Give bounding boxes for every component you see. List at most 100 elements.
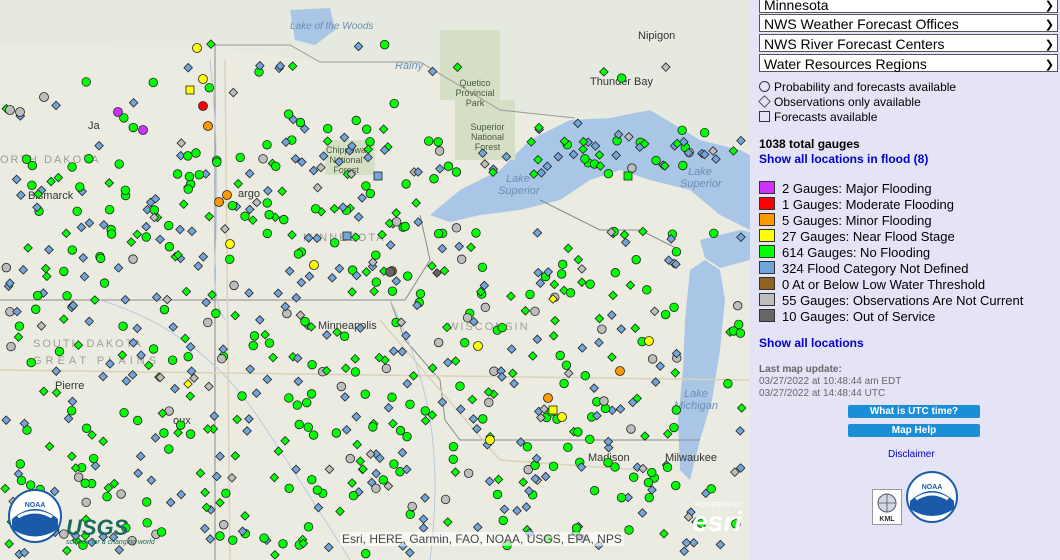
gauge-marker[interactable] bbox=[127, 370, 138, 380]
select-wfo[interactable]: NWS Weather Forecast Offices ❯ bbox=[759, 14, 1058, 32]
gauge-marker[interactable] bbox=[671, 405, 681, 415]
gauge-marker[interactable] bbox=[27, 160, 38, 171]
gauge-marker[interactable] bbox=[451, 167, 462, 177]
show-all-locations-link[interactable]: Show all locations bbox=[759, 336, 864, 350]
gauge-marker[interactable] bbox=[459, 338, 470, 348]
gauge-marker[interactable] bbox=[225, 254, 235, 264]
gauge-marker[interactable] bbox=[185, 429, 196, 439]
gauge-marker[interactable] bbox=[336, 381, 347, 392]
gauge-marker[interactable] bbox=[484, 476, 495, 487]
gauge-marker[interactable] bbox=[39, 92, 49, 102]
gauge-marker[interactable] bbox=[669, 302, 679, 312]
gauge-marker[interactable] bbox=[44, 244, 54, 255]
gauge-marker[interactable] bbox=[178, 199, 189, 209]
noaa-panel-logo[interactable]: NOAA bbox=[906, 471, 958, 528]
gauge-marker[interactable] bbox=[88, 453, 99, 464]
esri-logo[interactable]: POWERED BY esri bbox=[676, 502, 742, 540]
gauge-marker[interactable] bbox=[176, 489, 187, 500]
gauge-marker[interactable] bbox=[14, 321, 25, 331]
gauge-marker[interactable] bbox=[471, 228, 481, 238]
gauge-marker[interactable] bbox=[329, 203, 340, 214]
gauge-marker[interactable] bbox=[194, 170, 204, 180]
gauge-marker[interactable] bbox=[63, 413, 74, 424]
gauge-marker[interactable] bbox=[548, 461, 559, 472]
gauge-marker[interactable] bbox=[361, 267, 372, 277]
gauge-marker[interactable] bbox=[649, 306, 660, 317]
gauge-marker[interactable] bbox=[211, 308, 221, 319]
gauge-marker[interactable] bbox=[543, 393, 553, 403]
gauge-layer[interactable] bbox=[0, 0, 750, 560]
gauge-marker[interactable] bbox=[235, 152, 245, 163]
gauge-marker[interactable] bbox=[59, 314, 69, 324]
gauge-marker[interactable] bbox=[355, 456, 366, 466]
gauge-marker[interactable] bbox=[32, 290, 43, 301]
gauge-marker[interactable] bbox=[620, 237, 631, 248]
gauge-marker[interactable] bbox=[353, 41, 364, 52]
gauge-marker[interactable] bbox=[568, 149, 579, 160]
gauge-marker[interactable] bbox=[310, 204, 321, 214]
gauge-marker[interactable] bbox=[509, 378, 519, 389]
gauge-marker[interactable] bbox=[136, 350, 146, 361]
gauge-marker[interactable] bbox=[341, 425, 352, 435]
gauge-marker[interactable] bbox=[518, 477, 529, 488]
gauge-marker[interactable] bbox=[309, 260, 319, 270]
gauge-marker[interactable] bbox=[159, 428, 169, 438]
gauge-marker[interactable] bbox=[615, 366, 625, 376]
gauge-marker[interactable] bbox=[427, 363, 438, 373]
gauge-marker[interactable] bbox=[669, 422, 679, 433]
gauge-marker[interactable] bbox=[442, 517, 453, 527]
gauge-marker[interactable] bbox=[660, 309, 671, 320]
gauge-marker[interactable] bbox=[493, 474, 504, 485]
gauge-marker[interactable] bbox=[237, 391, 247, 401]
gauge-marker[interactable] bbox=[227, 200, 238, 211]
gauge-marker[interactable] bbox=[242, 426, 252, 436]
gauge-marker[interactable] bbox=[433, 228, 444, 239]
gauge-marker[interactable] bbox=[335, 506, 345, 517]
gauge-marker[interactable] bbox=[296, 277, 307, 288]
gauge-marker[interactable] bbox=[610, 268, 621, 278]
gauge-marker[interactable] bbox=[287, 230, 297, 240]
gauge-marker[interactable] bbox=[334, 263, 345, 274]
gauge-marker[interactable] bbox=[16, 475, 27, 486]
gauge-marker[interactable] bbox=[205, 534, 216, 544]
gauge-marker[interactable] bbox=[650, 377, 661, 387]
gauge-marker[interactable] bbox=[522, 442, 533, 452]
gauge-marker[interactable] bbox=[258, 154, 268, 164]
gauge-marker[interactable] bbox=[388, 346, 399, 356]
gauge-marker[interactable] bbox=[51, 100, 61, 111]
gauge-marker[interactable] bbox=[219, 520, 229, 530]
gauge-marker[interactable] bbox=[187, 226, 197, 237]
gauge-marker[interactable] bbox=[368, 422, 378, 432]
gauge-marker[interactable] bbox=[723, 379, 733, 389]
gauge-marker[interactable] bbox=[391, 217, 402, 227]
gauge-marker[interactable] bbox=[228, 87, 239, 98]
gauge-marker[interactable] bbox=[72, 206, 82, 217]
gauge-marker[interactable] bbox=[1, 415, 12, 425]
gauge-marker[interactable] bbox=[550, 315, 560, 326]
gauge-marker[interactable] bbox=[185, 391, 196, 401]
gauge-marker[interactable] bbox=[102, 491, 112, 502]
gauge-marker[interactable] bbox=[44, 441, 55, 452]
gauge-marker[interactable] bbox=[484, 397, 494, 408]
gauge-marker[interactable] bbox=[114, 159, 124, 169]
gauge-marker[interactable] bbox=[506, 291, 516, 302]
gauge-marker[interactable] bbox=[345, 453, 355, 464]
gauge-marker[interactable] bbox=[209, 411, 220, 421]
gauge-marker[interactable] bbox=[383, 402, 394, 413]
gauge-marker[interactable] bbox=[260, 329, 270, 340]
gauge-marker[interactable] bbox=[360, 389, 370, 399]
gauge-marker[interactable] bbox=[577, 264, 587, 274]
gauge-marker[interactable] bbox=[659, 528, 669, 539]
gauge-marker[interactable] bbox=[12, 306, 22, 317]
gauge-marker[interactable] bbox=[184, 171, 195, 182]
gauge-marker[interactable] bbox=[331, 428, 342, 438]
gauge-marker[interactable] bbox=[279, 214, 289, 225]
gauge-marker[interactable] bbox=[662, 462, 673, 473]
gauge-marker[interactable] bbox=[227, 472, 237, 483]
gauge-marker[interactable] bbox=[176, 138, 187, 148]
gauge-marker[interactable] bbox=[607, 310, 617, 320]
gauge-marker[interactable] bbox=[273, 446, 284, 457]
gauge-marker[interactable] bbox=[361, 181, 371, 191]
gauge-marker[interactable] bbox=[342, 231, 352, 241]
gauge-marker[interactable] bbox=[67, 396, 78, 407]
